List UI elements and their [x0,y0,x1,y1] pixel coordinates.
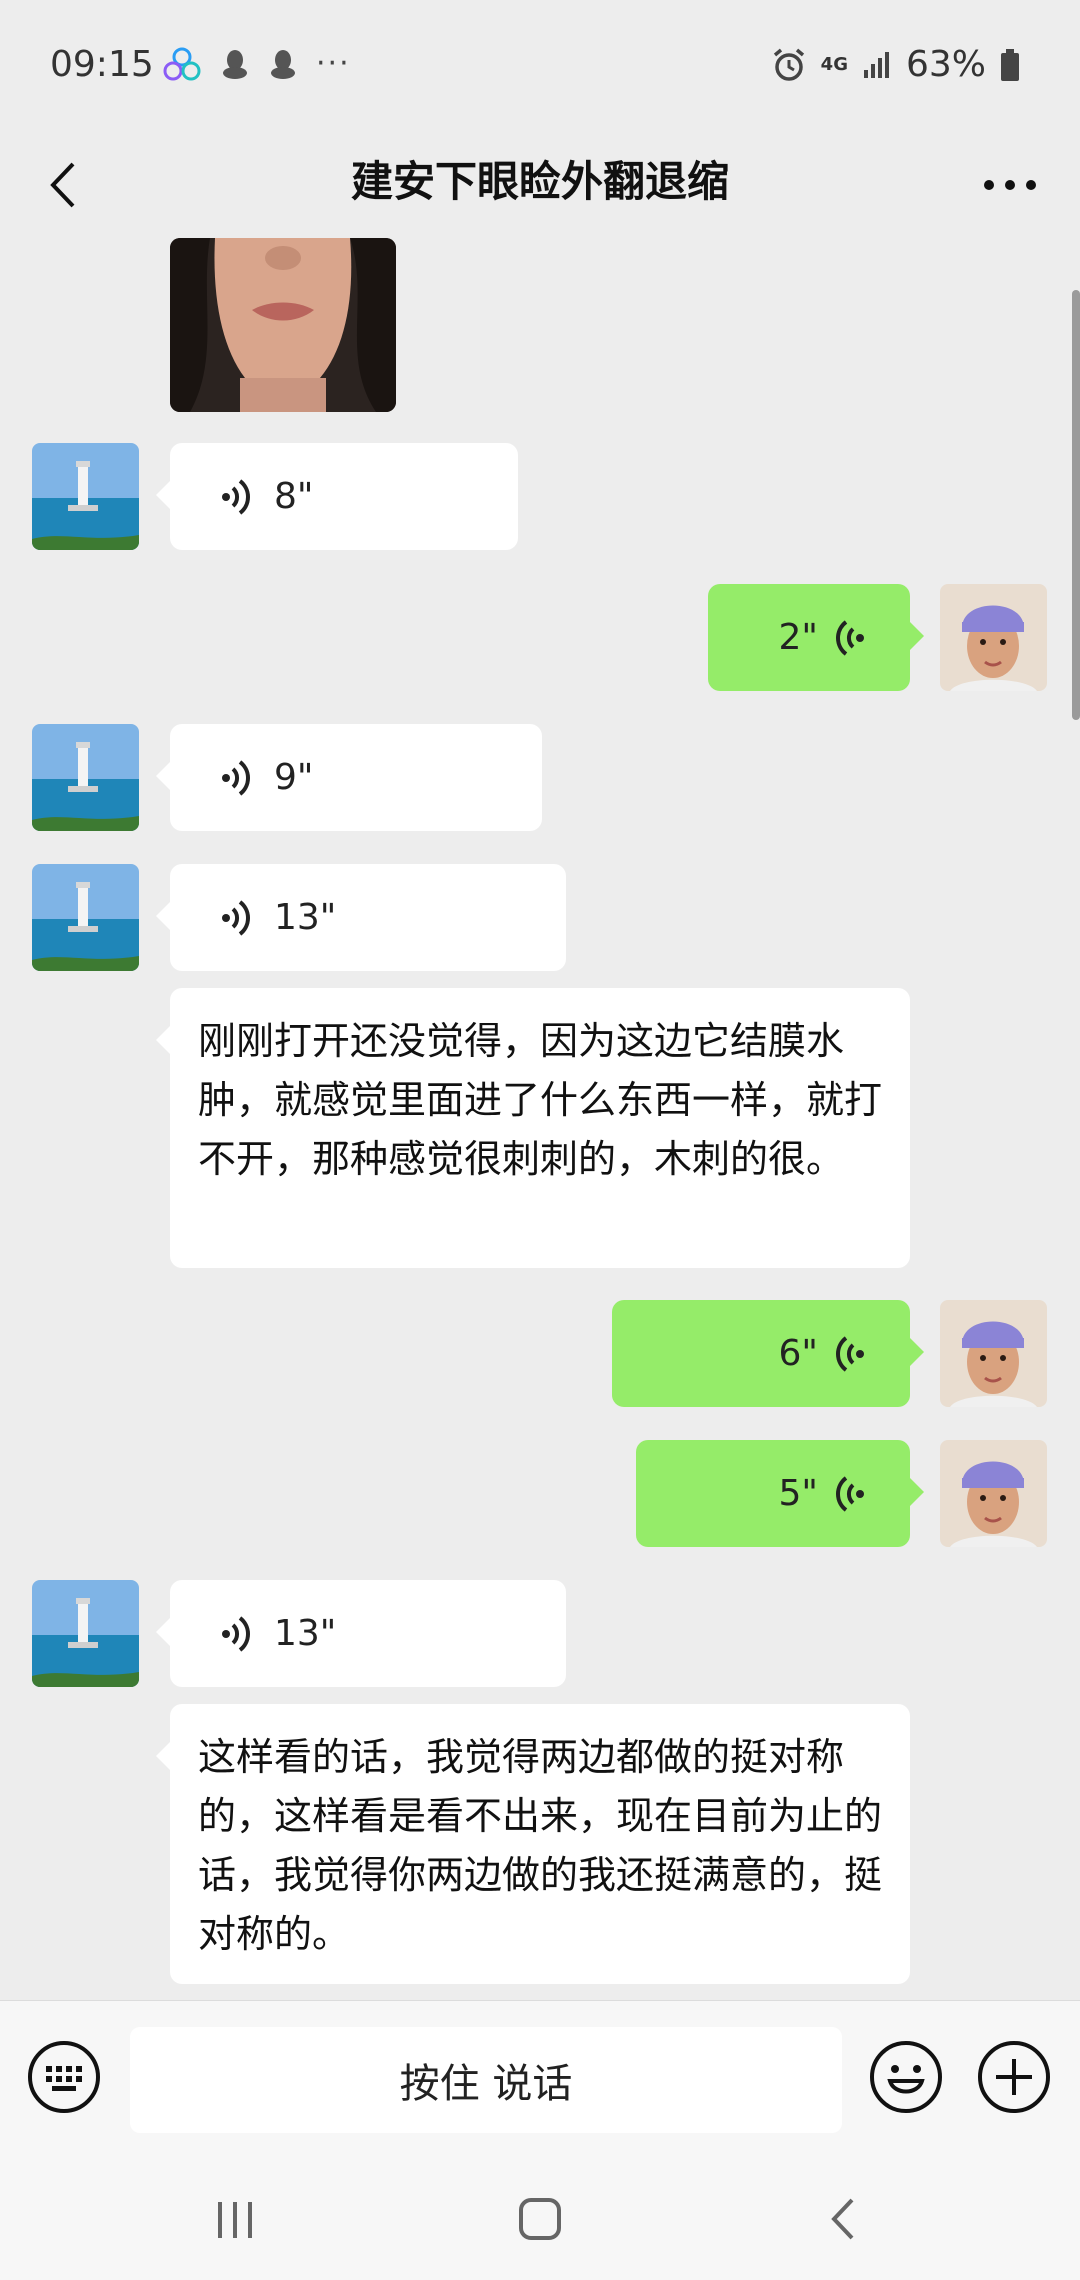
voice-duration: 2" [778,617,818,658]
voice-duration: 8" [274,476,314,517]
qq-notification-icon [223,49,247,79]
voice-duration: 13" [274,1613,337,1654]
alarm-icon [773,48,804,81]
recent-apps-icon [218,2202,252,2238]
more-notifications-icon: ··· [316,46,351,81]
doctor-avatar-image [940,1440,1047,1547]
battery-percent: 63% [905,44,986,85]
my-avatar[interactable] [940,1300,1047,1407]
voice-message-bubble[interactable]: 5" [636,1440,924,1547]
home-button[interactable] [515,2194,565,2244]
voice-playing-icon [222,899,250,936]
voice-playing-icon [836,1475,864,1512]
plus-circle-icon [978,2041,1050,2113]
image-message[interactable] [170,238,396,412]
more-horizontal-icon [984,180,1036,190]
keyboard-icon [28,2041,100,2113]
doctor-avatar-image [940,1300,1047,1407]
back-icon [831,2198,854,2240]
more-functions-button[interactable] [976,2039,1052,2115]
battery-icon [1001,48,1019,81]
app-notification-icon [163,47,201,80]
voice-duration: 5" [778,1473,818,1514]
contact-avatar[interactable] [32,443,139,550]
voice-playing-icon [836,1335,864,1372]
voice-message-bubble[interactable]: 9" [156,724,542,831]
emoji-button[interactable] [868,2039,944,2115]
voice-duration: 6" [778,1333,818,1374]
my-avatar[interactable] [940,584,1047,691]
voice-message-bubble[interactable]: 6" [612,1300,924,1407]
lighthouse-avatar-image [32,1580,139,1687]
system-icons: 4G 63% [771,44,1020,85]
home-icon [519,2198,561,2240]
status-bar: 09:15 ··· 4G 63% [0,0,1080,130]
emoji-icon [870,2041,942,2113]
message-text: 这样看的话，我觉得两边都做的挺对称的，这样看是看不出来，现在目前为止的话，我觉得… [198,1735,883,1956]
contact-avatar[interactable] [32,864,139,971]
doctor-avatar-image [940,584,1047,691]
lighthouse-avatar-image [32,443,139,550]
signal-icon [863,51,889,78]
voice-message-bubble[interactable]: 2" [708,584,924,691]
chat-header: 建安下眼睑外翻退缩 [0,130,1080,238]
text-message-bubble[interactable]: 这样看的话，我觉得两边都做的挺对称的，这样看是看不出来，现在目前为止的话，我觉得… [156,1704,910,1984]
system-navigation-bar [0,2160,1080,2280]
my-avatar[interactable] [940,1440,1047,1547]
chat-input-bar: 按住 说话 [0,2000,1080,2161]
voice-duration: 13" [274,897,337,938]
message-text: 刚刚打开还没觉得，因为这边它结膜水肿，就感觉里面进了什么东西一样，就打不开，那种… [198,1019,883,1181]
voice-message-bubble[interactable]: 8" [156,443,518,550]
keyboard-toggle-button[interactable] [26,2039,102,2115]
selfie-photo-image [170,238,396,412]
status-time: 09:15 [50,44,154,85]
voice-playing-icon [222,478,250,515]
network-type: 4G [820,53,848,75]
hold-to-talk-button[interactable]: 按住 说话 [130,2027,842,2133]
voice-playing-icon [836,619,864,656]
voice-playing-icon [222,1615,250,1652]
notification-icons: ··· [162,46,351,81]
recent-apps-button[interactable] [210,2198,260,2242]
system-back-button[interactable] [820,2194,870,2244]
lighthouse-avatar-image [32,864,139,971]
voice-message-bubble[interactable]: 13" [156,864,566,971]
contact-avatar[interactable] [32,1580,139,1687]
chat-message-list[interactable]: 8" 2" 9" 13" 刚刚打开还没觉得，因为这边它结膜水肿，就感觉里面进了什… [0,238,1080,1998]
lighthouse-avatar-image [32,724,139,831]
contact-avatar[interactable] [32,724,139,831]
voice-playing-icon [222,759,250,796]
more-options-button[interactable] [970,150,1050,220]
text-message-bubble[interactable]: 刚刚打开还没觉得，因为这边它结膜水肿，就感觉里面进了什么东西一样，就打不开，那种… [156,988,910,1268]
voice-message-bubble[interactable]: 13" [156,1580,566,1687]
voice-duration: 9" [274,757,314,798]
qq-notification-icon [271,49,295,79]
page-title: 建安下眼睑外翻退缩 [350,157,729,206]
scrollbar[interactable] [1072,290,1080,720]
